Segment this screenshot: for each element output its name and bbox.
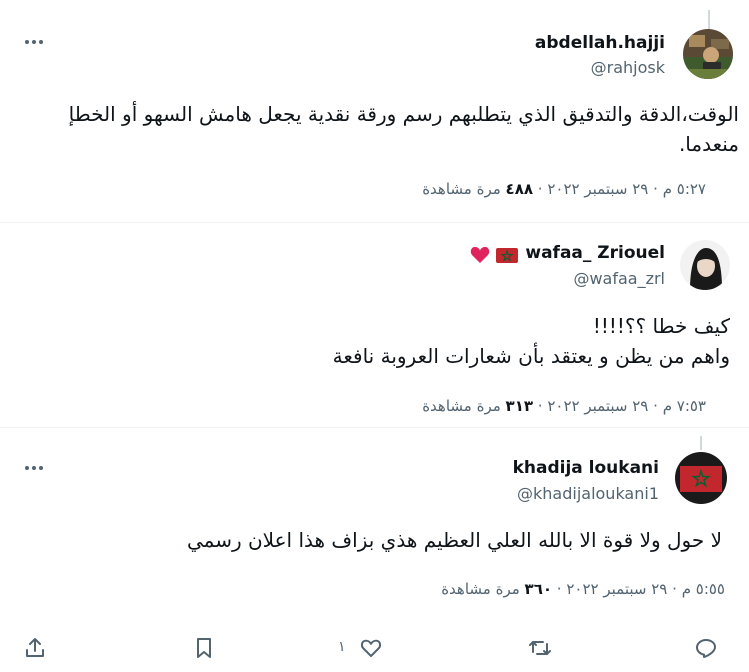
- name-emojis: [470, 245, 520, 269]
- like-icon: [360, 639, 382, 657]
- author-handle[interactable]: @khadijaloukani1: [517, 484, 659, 503]
- morocco-flag-avatar-icon: [675, 452, 727, 504]
- separator: ·: [537, 180, 543, 198]
- tweet-time: ٥:٥٥ م: [681, 580, 725, 598]
- avatar[interactable]: [680, 240, 730, 290]
- tweet-date: ٢٩ سبتمبر ٢٠٢٢: [547, 397, 649, 415]
- like-button[interactable]: [358, 635, 384, 661]
- tweet-text: لا حول ولا قوة الا بالله العلي العظيم هذ…: [22, 525, 722, 555]
- separator: ·: [653, 397, 658, 415]
- share-icon: [26, 638, 44, 657]
- like-count: ١: [338, 639, 346, 655]
- view-count: ٤٨٨: [505, 180, 534, 198]
- retweet-icon: [529, 641, 551, 655]
- author-name[interactable]: khadija loukani: [513, 458, 659, 478]
- tweet-meta[interactable]: ٥:٢٧ م · ٢٩ سبتمبر ٢٠٢٢ · ٤٨٨ مرة مشاهدة: [422, 180, 706, 198]
- tweet-date: ٢٩ سبتمبر ٢٠٢٢: [566, 580, 668, 598]
- share-button[interactable]: [22, 635, 48, 661]
- tweet-1[interactable]: abdellah.hajji @rahjosk الوقت،الدقة والت…: [0, 0, 749, 222]
- separator: ·: [537, 397, 543, 415]
- view-count: ٣١٣: [505, 397, 534, 415]
- tweet-2[interactable]: wafaa_ Zriouel @wafaa_zrl كيف خطا ؟؟!!!!…: [0, 222, 749, 427]
- bookmark-icon: [197, 638, 211, 658]
- tweet-text-line: منعدما.: [678, 132, 739, 156]
- morocco-flag-icon: [496, 248, 518, 263]
- tweet-text-line: كيف خطا ؟؟!!!!: [592, 314, 730, 338]
- author-handle[interactable]: @wafaa_zrl: [573, 269, 665, 288]
- thread-line-top: [708, 10, 710, 30]
- avatar[interactable]: [675, 452, 727, 504]
- tweet-meta[interactable]: ٧:٥٣ م · ٢٩ سبتمبر ٢٠٢٢ · ٣١٣ مرة مشاهدة: [422, 397, 706, 415]
- tweet-meta[interactable]: ٥:٥٥ م · ٢٩ سبتمبر ٢٠٢٢ · ٣٦٠ مرة مشاهدة: [441, 580, 725, 598]
- separator: ·: [556, 580, 562, 598]
- thread-line-top: [700, 436, 702, 450]
- views-label: مرة مشاهدة: [441, 580, 520, 598]
- author-name[interactable]: wafaa_ Zriouel: [525, 243, 665, 263]
- tweet-time: ٧:٥٣ م: [662, 397, 706, 415]
- more-options-icon[interactable]: [24, 32, 44, 52]
- separator: ·: [672, 580, 677, 598]
- author-name-text: wafaa_ Zriouel: [525, 243, 665, 263]
- tweet-text-line: لا حول ولا قوة الا بالله العلي العظيم هذ…: [186, 528, 722, 552]
- separator: ·: [653, 180, 658, 198]
- view-count: ٣٦٠: [524, 580, 553, 598]
- tweet-date: ٢٩ سبتمبر ٢٠٢٢: [547, 180, 649, 198]
- heart-icon: [470, 246, 490, 263]
- tweet-text: كيف خطا ؟؟!!!! واهم من يظن و يعتقد بأن ش…: [30, 311, 730, 371]
- tweet-text-line: الوقت،الدقة والتدقيق الذي يتطلبهم رسم ور…: [68, 102, 739, 126]
- more-options-icon[interactable]: [24, 458, 44, 478]
- author-name[interactable]: abdellah.hajji: [535, 33, 665, 53]
- views-label: مرة مشاهدة: [422, 180, 501, 198]
- tweet-text-line: واهم من يظن و يعتقد بأن شعارات العروبة ن…: [332, 344, 730, 368]
- author-handle[interactable]: @rahjosk: [591, 58, 665, 77]
- tweet-text: الوقت،الدقة والتدقيق الذي يتطلبهم رسم ور…: [4, 99, 739, 159]
- retweet-button[interactable]: [527, 635, 553, 661]
- avatar[interactable]: [683, 29, 733, 79]
- bookmark-button[interactable]: [191, 635, 217, 661]
- avatar-photo-icon: [680, 240, 730, 290]
- reply-icon: [696, 639, 716, 658]
- reply-button[interactable]: [693, 635, 719, 661]
- tweet-time: ٥:٢٧ م: [662, 180, 706, 198]
- views-label: مرة مشاهدة: [422, 397, 501, 415]
- avatar-photo-icon: [683, 29, 733, 79]
